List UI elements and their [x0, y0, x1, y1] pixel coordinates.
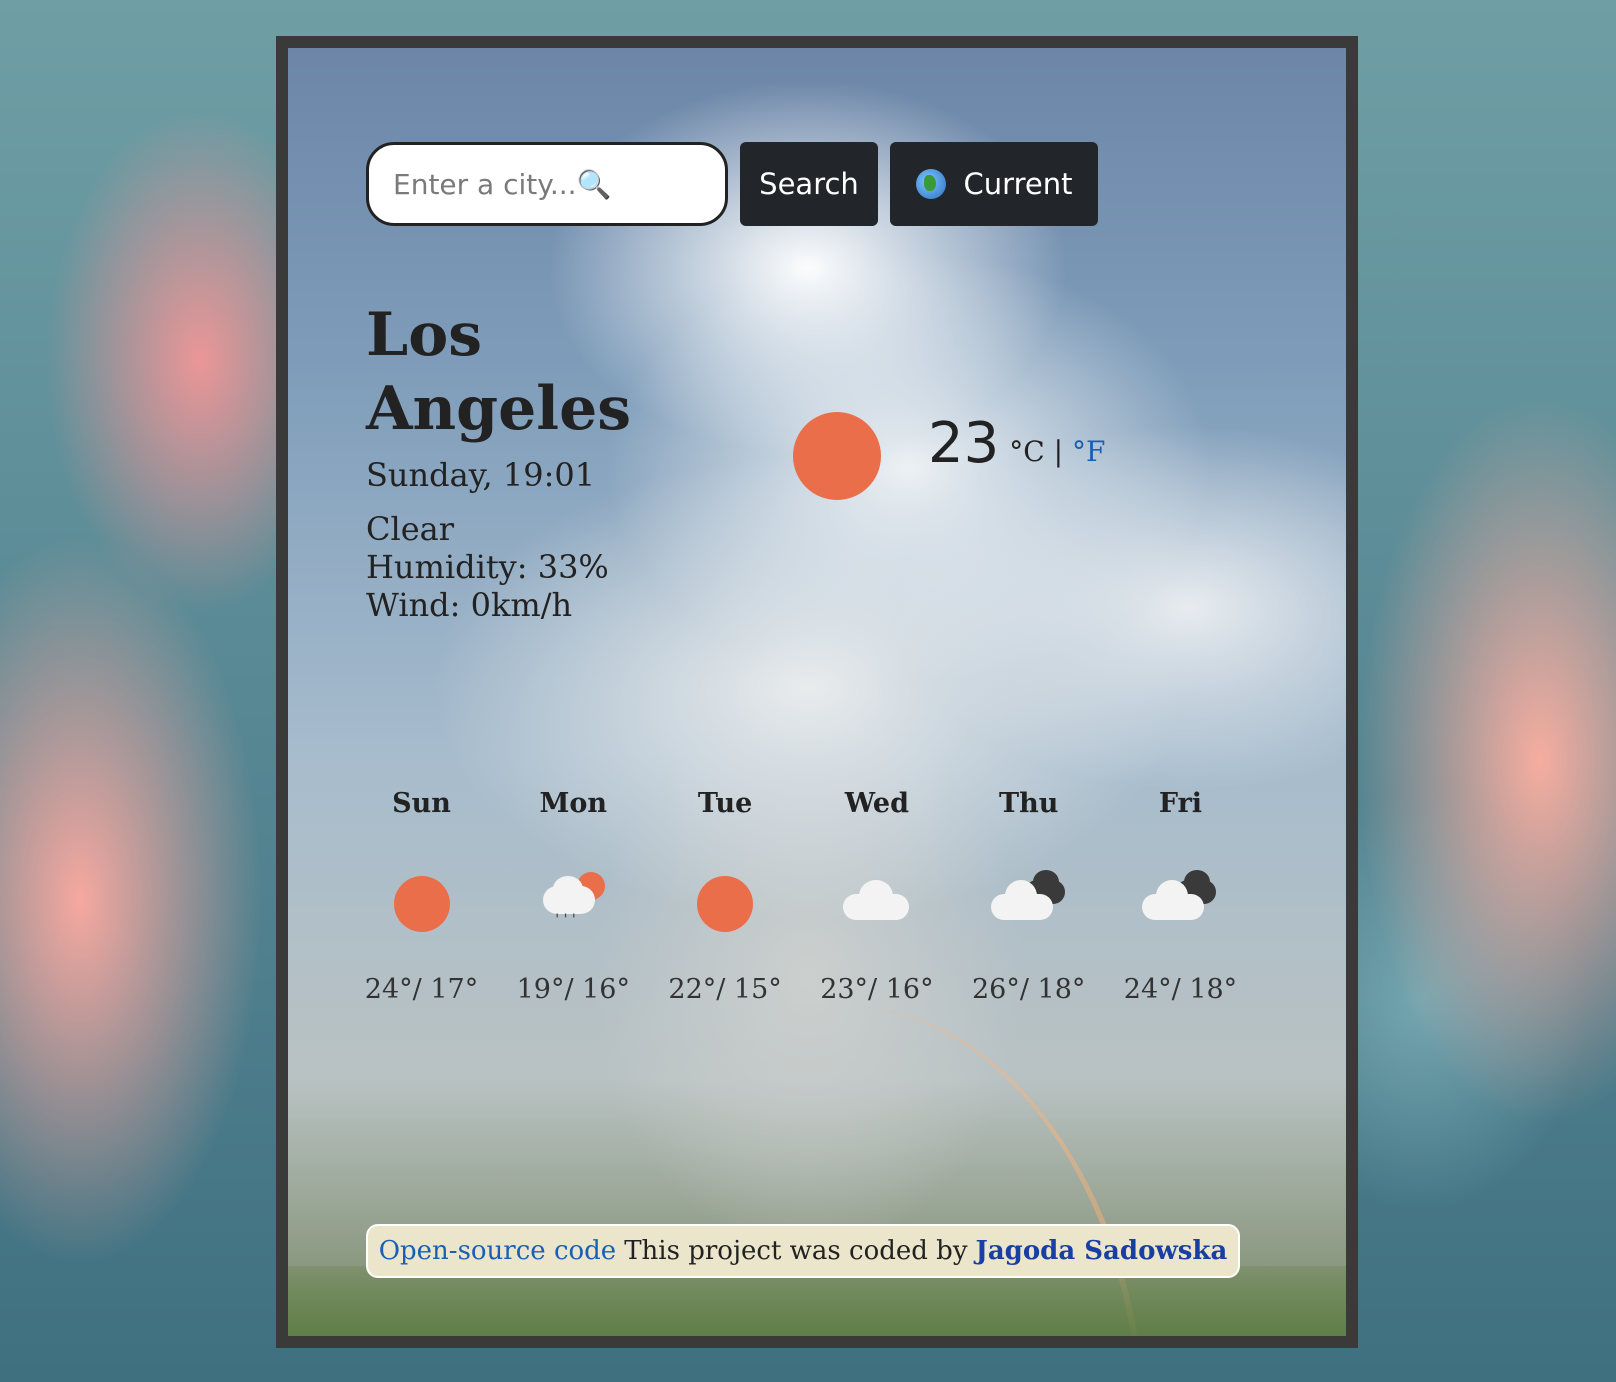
- forecast-day-name: Thu: [999, 788, 1059, 819]
- forecast-temps: 26°/ 18°: [971, 974, 1086, 1005]
- humidity: Humidity: 33%: [366, 548, 609, 586]
- forecast-temps: 19°/ 16°: [516, 974, 630, 1005]
- fahrenheit-link[interactable]: °F: [1072, 435, 1105, 468]
- cloud-icon: [837, 868, 917, 938]
- unit-toggle: °C | °F: [1009, 435, 1105, 468]
- forecast-day: Tue 22°/ 15°: [650, 788, 801, 1005]
- search-button[interactable]: Search: [740, 142, 878, 226]
- weather-details: Clear Humidity: 33% Wind: 0km/h: [366, 510, 609, 624]
- sun-icon: [685, 868, 765, 938]
- city-search-input[interactable]: Enter a city...🔍: [366, 142, 728, 226]
- forecast-day-name: Tue: [697, 788, 753, 819]
- forecast-temps: 23°/ 16°: [820, 974, 934, 1005]
- broken-clouds-icon: [1140, 868, 1220, 938]
- date-time: Sunday, 19:01: [366, 456, 596, 494]
- forecast-day-name: Wed: [844, 788, 909, 819]
- forecast-day: Fri 24°/ 18°: [1105, 788, 1256, 1005]
- forecast-day: Mon ' ' ' 19°/ 16°: [498, 788, 649, 1005]
- sun-icon: [793, 412, 881, 500]
- forecast-temps: 24°/ 17°: [364, 974, 479, 1005]
- app-frame: Enter a city...🔍 Search Current Los Ange…: [276, 36, 1358, 1348]
- temperature-value: 23: [928, 411, 1000, 476]
- current-temperature: 23 °C | °F: [928, 414, 1105, 474]
- weather-description: Clear: [366, 510, 455, 548]
- unit-separator: |: [1044, 435, 1072, 468]
- wind: Wind: 0km/h: [366, 586, 573, 624]
- forecast-temps: 22°/ 15°: [668, 974, 782, 1005]
- sun-icon: [382, 868, 462, 938]
- forecast: Sun 24°/ 17° Mon ' ' ' 19°/ 16° Tue 22°/…: [346, 788, 1256, 1005]
- current-location-button[interactable]: Current: [890, 142, 1098, 226]
- city-name: Los Angeles: [366, 300, 632, 444]
- search-button-label: Search: [759, 167, 859, 201]
- forecast-day: Wed 23°/ 16°: [801, 788, 952, 1005]
- footer: Open-source code This project was coded …: [366, 1224, 1240, 1278]
- forecast-day: Thu 26°/ 18°: [953, 788, 1104, 1005]
- broken-clouds-icon: [989, 868, 1069, 938]
- forecast-day-name: Mon: [539, 788, 608, 819]
- forecast-day: Sun 24°/ 17°: [346, 788, 497, 1005]
- celsius-link[interactable]: °C: [1009, 435, 1044, 468]
- open-source-link[interactable]: Open-source code: [379, 1236, 617, 1266]
- rain-sun-cloud-icon: ' ' ': [533, 868, 613, 938]
- globe-icon: [915, 169, 946, 199]
- search-placeholder: Enter a city...🔍: [393, 167, 612, 201]
- forecast-temps: 24°/ 18°: [1123, 974, 1238, 1005]
- forecast-day-name: Fri: [1158, 788, 1203, 819]
- author-link[interactable]: Jagoda Sadowska: [976, 1236, 1228, 1266]
- forecast-day-name: Sun: [392, 788, 451, 819]
- current-button-label: Current: [963, 167, 1073, 201]
- search-form: Enter a city...🔍 Search Current: [366, 142, 1098, 226]
- weather-card: Enter a city...🔍 Search Current Los Ange…: [288, 48, 1346, 1336]
- footer-text: This project was coded by: [624, 1236, 968, 1266]
